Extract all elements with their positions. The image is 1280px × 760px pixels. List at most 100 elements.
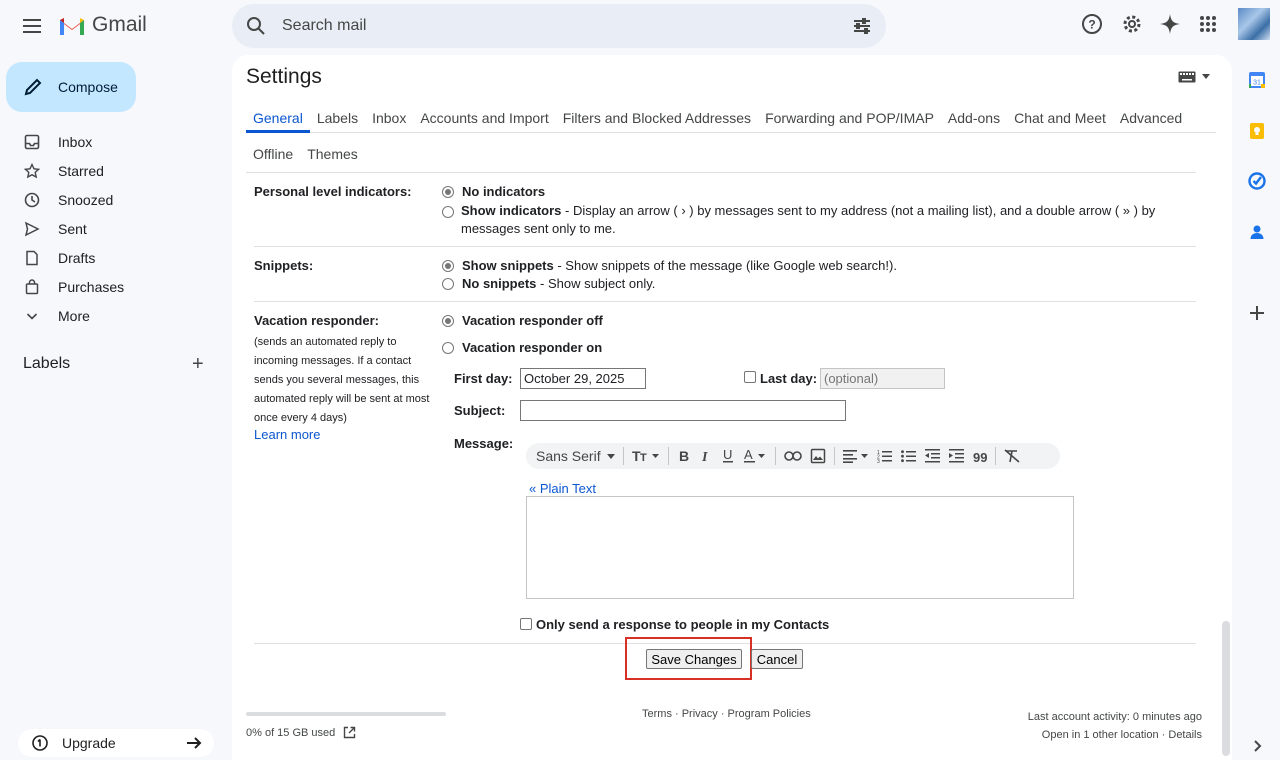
compose-label: Compose — [58, 79, 118, 95]
image-icon[interactable] — [806, 445, 830, 467]
radio-vacation-on[interactable]: Vacation responder on — [442, 340, 602, 355]
remove-formatting-icon[interactable] — [1000, 445, 1024, 467]
tab-labels[interactable]: Labels — [310, 103, 365, 133]
save-button[interactable]: Save Changes — [646, 649, 742, 669]
italic-icon[interactable]: I — [695, 445, 717, 467]
cancel-button[interactable]: Cancel — [751, 649, 803, 669]
tab-addons[interactable]: Add-ons — [941, 103, 1007, 133]
tasks-icon[interactable] — [1248, 172, 1266, 190]
keyboard-icon — [1178, 71, 1196, 83]
storage-info: 0% of 15 GB used — [246, 726, 356, 739]
personal-indicators-label: Personal level indicators: — [254, 184, 412, 199]
storage-bar — [246, 712, 446, 716]
option-label: Vacation responder off — [462, 313, 603, 328]
subject-input[interactable] — [520, 400, 846, 421]
last-day-checkbox[interactable] — [744, 371, 756, 383]
font-size-icon[interactable]: TT — [628, 445, 664, 467]
link-icon[interactable] — [780, 445, 806, 467]
option-description-cont: messages sent only to me. — [461, 221, 616, 236]
sidebar-item-drafts[interactable]: Drafts — [0, 243, 230, 272]
sidebar-item-starred[interactable]: Starred — [0, 156, 230, 185]
quote-icon[interactable]: 99 — [969, 445, 991, 467]
calendar-icon[interactable]: 31 — [1248, 71, 1266, 89]
first-day-input[interactable]: October 29, 2025 — [520, 368, 646, 389]
radio-no-indicators[interactable]: No indicators — [442, 184, 545, 199]
last-day-input[interactable]: (optional) — [820, 368, 945, 389]
text-color-icon[interactable]: A — [739, 445, 771, 467]
toolbar-divider — [622, 447, 624, 465]
divider — [254, 246, 1196, 247]
compose-button[interactable]: Compose — [6, 62, 136, 112]
plain-text-link[interactable]: « Plain Text — [529, 481, 596, 496]
input-tools-button[interactable] — [1178, 71, 1210, 83]
message-editor[interactable] — [526, 496, 1074, 599]
radio-show-indicators[interactable]: Show indicators - Display an arrow ( › )… — [442, 202, 1182, 238]
toolbar-divider — [774, 447, 776, 465]
scrollbar[interactable] — [1222, 621, 1230, 756]
hamburger-icon[interactable] — [14, 10, 50, 42]
contacts-only-label: Only send a response to people in my Con… — [536, 617, 830, 632]
tab-inbox[interactable]: Inbox — [365, 103, 413, 133]
sidebar-item-more[interactable]: More — [0, 301, 230, 330]
svg-text:I: I — [701, 450, 708, 463]
open-external-icon[interactable] — [343, 726, 356, 739]
font-select[interactable]: Sans Serif — [532, 445, 619, 467]
gear-icon[interactable] — [1120, 12, 1144, 36]
search-input[interactable]: Search mail — [282, 17, 366, 35]
radio-button[interactable] — [442, 206, 454, 218]
sparkle-icon[interactable] — [1158, 12, 1182, 36]
help-icon[interactable]: ? — [1080, 12, 1104, 36]
toolbar-divider — [667, 447, 669, 465]
gmail-logo[interactable]: Gmail — [58, 13, 147, 37]
add-label-icon[interactable]: + — [192, 354, 204, 374]
tab-advanced[interactable]: Advanced — [1113, 103, 1189, 133]
align-icon[interactable] — [839, 445, 873, 467]
bulleted-list-icon[interactable] — [897, 445, 921, 467]
numbered-list-icon[interactable]: 123 — [873, 445, 897, 467]
radio-show-snippets[interactable]: Show snippets - Show snippets of the mes… — [442, 258, 897, 273]
indent-less-icon[interactable] — [921, 445, 945, 467]
contacts-only-checkbox[interactable] — [520, 618, 532, 630]
radio-button[interactable] — [442, 260, 454, 272]
contacts-icon[interactable] — [1248, 223, 1266, 241]
radio-button[interactable] — [442, 278, 454, 290]
radio-no-snippets[interactable]: No snippets - Show subject only. — [442, 276, 655, 291]
tab-forwarding[interactable]: Forwarding and POP/IMAP — [758, 103, 941, 133]
radio-button[interactable] — [442, 315, 454, 327]
radio-button[interactable] — [442, 186, 454, 198]
search-options-icon[interactable] — [852, 16, 872, 36]
avatar[interactable] — [1238, 8, 1270, 40]
indent-more-icon[interactable] — [945, 445, 969, 467]
sidebar-item-inbox[interactable]: Inbox — [0, 127, 230, 156]
vacation-label: Vacation responder: — [254, 313, 379, 328]
add-addon-icon[interactable] — [1248, 304, 1266, 322]
storage-text: 0% of 15 GB used — [246, 726, 336, 739]
radio-vacation-off[interactable]: Vacation responder off — [442, 313, 603, 328]
keep-icon[interactable] — [1248, 122, 1266, 140]
sidebar-item-sent[interactable]: Sent — [0, 214, 230, 243]
search-icon[interactable] — [246, 16, 266, 36]
tab-themes[interactable]: Themes — [300, 139, 365, 169]
search-bar[interactable]: Search mail — [232, 4, 886, 48]
tab-filters[interactable]: Filters and Blocked Addresses — [556, 103, 758, 133]
learn-more-link[interactable]: Learn more — [254, 427, 320, 442]
option-description: - Display an arrow ( › ) by messages sen… — [561, 203, 1156, 218]
top-bar: Gmail Search mail ? — [0, 0, 1280, 52]
tab-accounts[interactable]: Accounts and Import — [413, 103, 555, 133]
option-label: Show indicators — [461, 203, 562, 218]
upgrade-button[interactable]: Upgrade — [18, 729, 214, 757]
radio-button[interactable] — [442, 342, 454, 354]
apps-grid-icon[interactable] — [1196, 12, 1220, 36]
underline-icon[interactable]: U — [717, 445, 739, 467]
arrow-right-icon — [187, 737, 202, 749]
sidebar-item-snoozed[interactable]: Snoozed — [0, 185, 230, 214]
bold-icon[interactable]: B — [673, 445, 695, 467]
tab-chat[interactable]: Chat and Meet — [1007, 103, 1113, 133]
expand-panel-icon[interactable] — [1248, 737, 1266, 755]
tab-general[interactable]: General — [246, 103, 310, 133]
footer-links[interactable]: Terms · Privacy · Program Policies — [642, 708, 811, 720]
tab-offline[interactable]: Offline — [246, 139, 300, 169]
caret-down-icon — [1202, 74, 1210, 79]
activity-details-link[interactable]: Open in 1 other location · Details — [1028, 726, 1202, 744]
sidebar-item-purchases[interactable]: Purchases — [0, 272, 230, 301]
